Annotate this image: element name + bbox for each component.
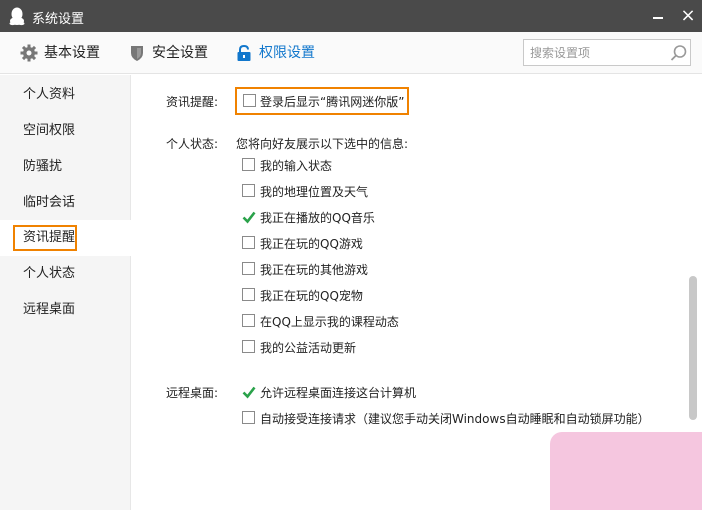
- checkbox[interactable]: [242, 340, 255, 353]
- option-label: 我正在播放的QQ音乐: [260, 211, 375, 225]
- checkbox[interactable]: [242, 158, 255, 171]
- tab-bar: 基本设置 安全设置 权限设置: [0, 32, 702, 74]
- status-section-label: 个人状态:: [166, 137, 219, 151]
- window-title: 系统设置: [32, 12, 85, 27]
- option-label: 我的公益活动更新: [260, 341, 357, 355]
- close-button[interactable]: ×: [678, 6, 698, 26]
- option-label: 我正在玩的QQ宠物: [260, 289, 363, 303]
- sidebar: 个人资料 空间权限 防骚扰 临时会话 资讯提醒 个人状态 远程桌面: [0, 75, 131, 510]
- option-label: 登录后显示“腾讯网迷你版”: [260, 95, 405, 109]
- option-label: 我正在玩的QQ游戏: [260, 237, 363, 251]
- qq-penguin-icon: [9, 7, 25, 26]
- shield-icon: [131, 46, 143, 61]
- gear-icon: [20, 44, 38, 62]
- news-section-label: 资讯提醒:: [166, 95, 219, 109]
- checkbox[interactable]: [242, 262, 255, 275]
- search-icon[interactable]: [670, 44, 688, 62]
- checkbox-checked[interactable]: [242, 210, 256, 224]
- tab-permission-label: 权限设置: [259, 45, 315, 61]
- checkmark-icon: [242, 211, 256, 224]
- tab-security-settings[interactable]: 安全设置: [128, 32, 228, 74]
- checkmark-icon: [242, 386, 256, 399]
- checkbox[interactable]: [242, 314, 255, 327]
- sidebar-item-remote-desktop[interactable]: 远程桌面: [0, 292, 131, 328]
- sidebar-item-temp-chat[interactable]: 临时会话: [0, 185, 131, 221]
- decorative-overlay: [550, 432, 702, 510]
- close-icon: ×: [680, 5, 696, 26]
- sidebar-item-news[interactable]: 资讯提醒: [0, 220, 131, 256]
- minimize-button[interactable]: [648, 6, 668, 26]
- checkbox[interactable]: [242, 411, 255, 424]
- option-label: 允许远程桌面连接这台计算机: [260, 386, 417, 400]
- remote-section-label: 远程桌面:: [166, 386, 219, 400]
- checkbox[interactable]: [242, 288, 255, 301]
- vertical-scrollbar[interactable]: [689, 276, 697, 420]
- tab-basic-label: 基本设置: [44, 45, 100, 61]
- sidebar-item-anti-harassment[interactable]: 防骚扰: [0, 149, 131, 185]
- status-description: 您将向好友展示以下选中的信息:: [236, 137, 409, 151]
- tab-security-label: 安全设置: [152, 45, 208, 61]
- option-label: 我的输入状态: [260, 159, 333, 173]
- sidebar-item-news-label: 资讯提醒: [23, 230, 76, 245]
- tab-permission-settings[interactable]: 权限设置: [235, 32, 335, 74]
- sidebar-item-personal-status[interactable]: 个人状态: [0, 256, 131, 292]
- minimize-icon: [653, 17, 663, 19]
- option-label: 在QQ上显示我的课程动态: [260, 315, 399, 329]
- checkbox-checked[interactable]: [242, 385, 256, 399]
- sidebar-item-profile[interactable]: 个人资料: [0, 77, 131, 113]
- checkbox[interactable]: [242, 236, 255, 249]
- highlight-frame: 资讯提醒: [13, 225, 77, 251]
- checkbox[interactable]: [242, 184, 255, 197]
- option-label: 我正在玩的其他游戏: [260, 263, 369, 277]
- search-box: [523, 39, 691, 66]
- sidebar-item-space-permission[interactable]: 空间权限: [0, 113, 131, 149]
- search-input[interactable]: [524, 40, 662, 65]
- option-label: 我的地理位置及天气: [260, 185, 369, 199]
- tab-basic-settings[interactable]: 基本设置: [20, 32, 120, 74]
- lock-icon: [237, 44, 251, 61]
- checkbox[interactable]: [243, 94, 256, 107]
- option-label: 自动接受连接请求（建议您手动关闭Windows自动睡眠和自动锁屏功能）: [260, 412, 650, 426]
- title-bar: 系统设置 ×: [0, 0, 702, 32]
